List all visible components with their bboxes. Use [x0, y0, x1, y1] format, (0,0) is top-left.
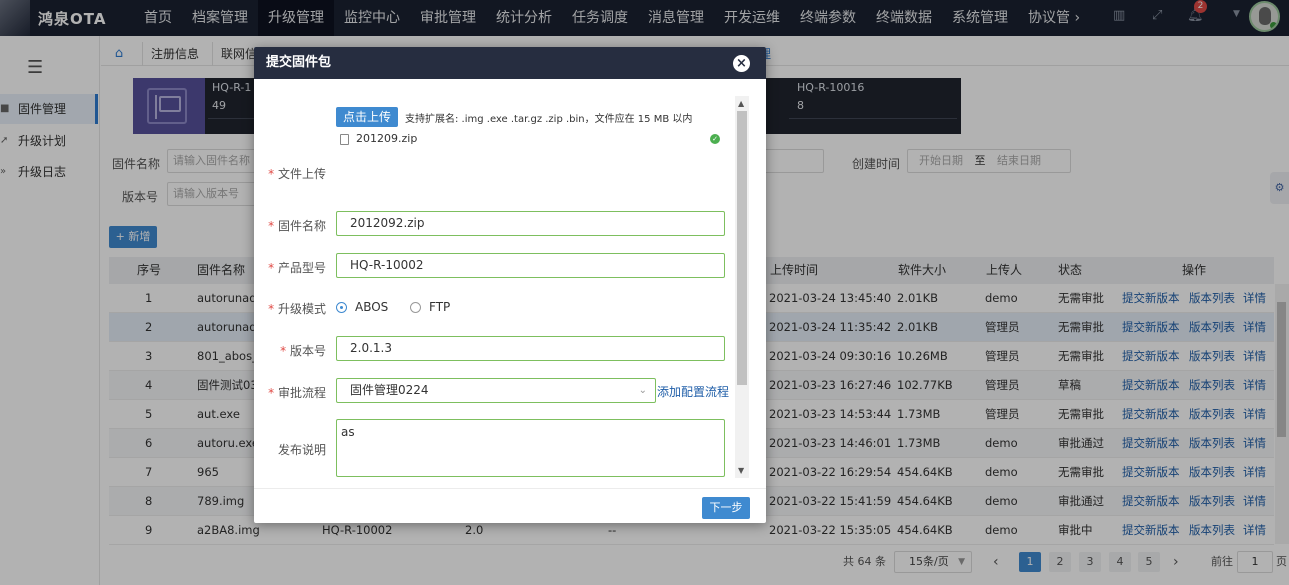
mode-radio-ftp[interactable]	[410, 302, 421, 313]
fw-name-input[interactable]: 2012092.zip	[336, 211, 725, 236]
file-icon	[340, 134, 349, 145]
model-input[interactable]: HQ-R-10002	[336, 253, 725, 278]
model-label: * 产品型号	[268, 261, 326, 275]
scroll-down-icon[interactable]: ▼	[738, 466, 744, 475]
scroll-up-icon[interactable]: ▲	[738, 99, 744, 108]
upload-button[interactable]: 点击上传	[336, 107, 398, 127]
notes-label: 发布说明	[277, 443, 326, 457]
version-label-text: 版本号	[289, 344, 326, 358]
submit-firmware-dialog: 提交固件包 × * 文件上传 点击上传 支持扩展名: .img .exe .ta…	[254, 47, 766, 523]
notes-textarea[interactable]: as	[336, 419, 725, 477]
chevron-down-icon: ⌄	[638, 385, 647, 396]
dialog-body: * 文件上传 点击上传 支持扩展名: .img .exe .tar.gz .zi…	[254, 79, 750, 488]
fw-name-label-text: 固件名称	[277, 219, 326, 233]
upload-hint: 支持扩展名: .img .exe .tar.gz .zip .bin，文件应在 …	[405, 114, 693, 125]
version-input[interactable]: 2.0.1.3	[336, 336, 725, 361]
dialog-scrollbar[interactable]: ▲ ▼	[735, 96, 749, 478]
version-label: * 版本号	[280, 344, 326, 358]
approval-value: 固件管理0224	[350, 383, 429, 397]
next-step-button[interactable]: 下一步	[702, 497, 750, 519]
close-icon[interactable]: ×	[733, 55, 750, 72]
dialog-header: 提交固件包	[254, 47, 766, 79]
dialog-footer: 下一步	[254, 488, 766, 523]
mode-option-ftp[interactable]: FTP	[429, 300, 450, 314]
fw-name-label: * 固件名称	[268, 219, 326, 233]
upload-label-text: 文件上传	[277, 167, 326, 181]
scrollbar-thumb[interactable]	[737, 111, 747, 385]
approval-select[interactable]: 固件管理0224 ⌄	[336, 378, 656, 403]
success-check-icon: ✓	[710, 134, 720, 144]
upload-label: * 文件上传	[268, 167, 326, 181]
dialog-title: 提交固件包	[266, 55, 332, 70]
mode-label: * 升级模式	[268, 302, 326, 316]
model-label-text: 产品型号	[277, 261, 326, 275]
uploaded-file-name[interactable]: 201209.zip	[356, 132, 417, 145]
approval-label: * 审批流程	[268, 386, 326, 400]
mode-option-abos[interactable]: ABOS	[355, 300, 388, 314]
mode-label-text: 升级模式	[277, 302, 326, 316]
add-flow-link[interactable]: 添加配置流程	[657, 383, 729, 400]
mode-radio-abos[interactable]	[336, 302, 347, 313]
approval-label-text: 审批流程	[277, 386, 326, 400]
